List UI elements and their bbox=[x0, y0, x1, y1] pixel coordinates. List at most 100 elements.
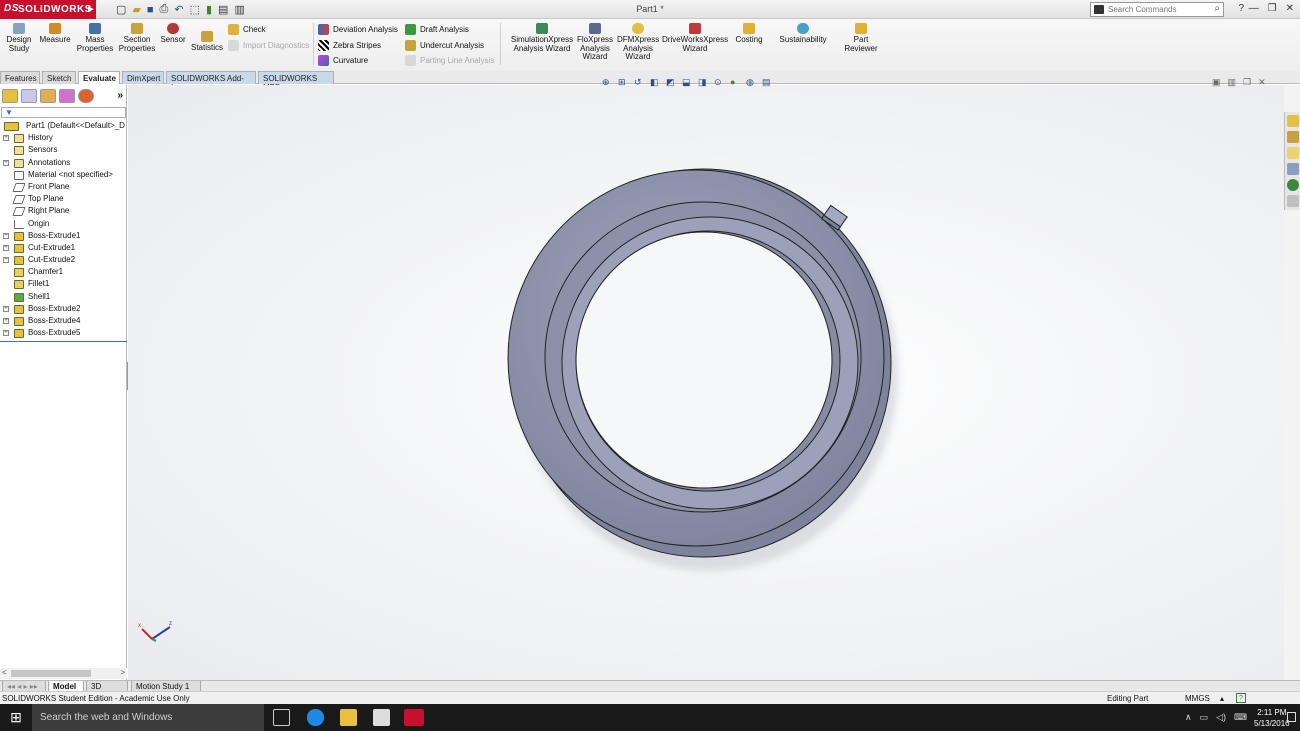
hide-show-items-icon[interactable]: ⊙ bbox=[714, 77, 725, 88]
search-icon[interactable]: ⌕ bbox=[1214, 3, 1220, 14]
expand-icon[interactable]: + bbox=[3, 305, 9, 312]
expand-icon[interactable]: + bbox=[3, 257, 9, 264]
tree-item-fillet1[interactable]: Fillet1 bbox=[0, 279, 127, 291]
expand-panel-icon[interactable]: » bbox=[117, 90, 123, 101]
expand-icon[interactable]: + bbox=[3, 244, 9, 251]
sensor-button[interactable]: Sensor bbox=[159, 23, 187, 45]
search-commands-input[interactable]: Search Commands ⌕ bbox=[1090, 2, 1224, 17]
design-library-icon[interactable] bbox=[1287, 131, 1299, 143]
dfmxpress-button[interactable]: DFMXpress Analysis Wizard bbox=[617, 23, 659, 62]
section-view-icon[interactable]: ◧ bbox=[650, 77, 661, 88]
draft-analysis-button[interactable]: Draft Analysis bbox=[405, 24, 469, 35]
task-view-icon[interactable] bbox=[273, 709, 290, 726]
tree-item-front-plane[interactable]: Front Plane bbox=[0, 182, 127, 194]
search-scope-icon[interactable] bbox=[1094, 5, 1104, 14]
store-icon[interactable] bbox=[373, 709, 390, 726]
scroll-left-icon[interactable]: < bbox=[2, 668, 7, 677]
section-properties-button[interactable]: Section Properties bbox=[118, 23, 156, 53]
units-selector[interactable]: MMGS bbox=[1185, 694, 1210, 703]
tree-item-origin[interactable]: Origin bbox=[0, 219, 127, 231]
keyboard-icon[interactable]: ⌨ bbox=[1234, 712, 1247, 723]
mass-properties-button[interactable]: Mass Properties bbox=[76, 23, 114, 53]
windows-start-icon[interactable]: ⊞ bbox=[0, 704, 32, 731]
parting-line-analysis-button[interactable]: Parting Line Analysis bbox=[405, 55, 494, 66]
appearances-scenes-icon[interactable] bbox=[1287, 179, 1299, 191]
view-palette-icon[interactable] bbox=[1287, 163, 1299, 175]
tree-item-chamfer1[interactable]: Chamfer1 bbox=[0, 267, 127, 279]
solidworks-resources-icon[interactable] bbox=[1287, 115, 1299, 127]
tree-item-history[interactable]: + History bbox=[0, 133, 127, 145]
file-explorer-icon[interactable] bbox=[1287, 147, 1299, 159]
statistics-button[interactable]: Statistics bbox=[188, 31, 226, 53]
tree-item-cut-extrude2[interactable]: + Cut-Extrude2 bbox=[0, 255, 127, 267]
tray-chevron-icon[interactable]: ∧ bbox=[1185, 712, 1192, 723]
units-dropdown-icon[interactable]: ▴ bbox=[1220, 694, 1224, 703]
tab-solidworks-add-ins[interactable]: SOLIDWORKS Add-Ins bbox=[166, 71, 256, 92]
expand-icon[interactable]: + bbox=[3, 232, 9, 239]
dimxpertmanager-tab-icon[interactable] bbox=[59, 89, 75, 103]
tree-item-boss-extrude1[interactable]: + Boss-Extrude1 bbox=[0, 231, 127, 243]
expand-icon[interactable]: + bbox=[3, 330, 9, 337]
tree-item-top-plane[interactable]: Top Plane bbox=[0, 194, 127, 206]
scroll-right-icon[interactable]: > bbox=[120, 668, 125, 677]
tree-item-boss-extrude5[interactable]: + Boss-Extrude5 bbox=[0, 328, 127, 340]
tree-item-annotations[interactable]: + Annotations bbox=[0, 158, 127, 170]
tree-item-cut-extrude1[interactable]: + Cut-Extrude1 bbox=[0, 243, 127, 255]
solidworks-taskbar-icon[interactable] bbox=[404, 709, 424, 726]
viewport-layout-icon[interactable]: ▥ bbox=[1228, 77, 1237, 88]
zoom-to-area-icon[interactable]: ⊞ bbox=[618, 77, 629, 88]
graphics-area[interactable]: ⊕ ⊞ ↺ ◧ ◩ ⬓ ◨ ⊙ ● ◍ ▤ ▣ ▥ ❐ ✕ x z bbox=[128, 77, 1284, 680]
part-reviewer-button[interactable]: Part Reviewer bbox=[842, 23, 880, 53]
curvature-button[interactable]: Curvature bbox=[318, 55, 368, 66]
expand-icon[interactable]: + bbox=[3, 135, 9, 142]
restore-icon[interactable]: ❐ bbox=[1268, 3, 1277, 14]
configurationmanager-tab-icon[interactable] bbox=[40, 89, 56, 103]
close-icon[interactable]: ✕ bbox=[1286, 3, 1294, 14]
rollback-bar[interactable] bbox=[0, 341, 127, 343]
tree-item-sensors[interactable]: Sensors bbox=[0, 145, 127, 157]
tab-solidworks-mbd[interactable]: SOLIDWORKS MBD bbox=[258, 71, 334, 92]
measure-button[interactable]: Measure bbox=[38, 23, 72, 45]
expand-icon[interactable]: + bbox=[3, 318, 9, 324]
view-orientation-icon[interactable]: ⬓ bbox=[682, 77, 693, 88]
check-button[interactable]: Check bbox=[228, 24, 266, 35]
zebra-stripes-button[interactable]: Zebra Stripes bbox=[318, 40, 381, 51]
viewport-split-icon[interactable]: ▣ bbox=[1212, 77, 1221, 88]
action-center-icon[interactable] bbox=[1287, 712, 1296, 722]
view-settings-icon[interactable]: ▤ bbox=[762, 77, 773, 88]
edge-browser-icon[interactable] bbox=[307, 709, 324, 726]
previous-view-icon[interactable]: ↺ bbox=[634, 77, 645, 88]
tree-item-material[interactable]: Material <not specified> bbox=[0, 170, 127, 182]
simulationxpress-button[interactable]: SimulationXpress Analysis Wizard bbox=[510, 23, 574, 53]
tree-item-shell1[interactable]: Shell1 bbox=[0, 292, 127, 304]
edit-appearance-icon[interactable]: ● bbox=[730, 77, 741, 88]
tab-sketch[interactable]: Sketch bbox=[42, 71, 76, 84]
propertymanager-tab-icon[interactable] bbox=[21, 89, 37, 103]
design-study-button[interactable]: Design Study bbox=[3, 23, 35, 53]
taskbar-clock[interactable]: 2:11 PM 5/13/2016 bbox=[1254, 707, 1290, 729]
taskbar-search-input[interactable]: Search the web and Windows bbox=[32, 704, 264, 731]
zoom-to-fit-icon[interactable]: ⊕ bbox=[602, 77, 613, 88]
apply-scene-icon[interactable]: ◍ bbox=[746, 77, 757, 88]
tab-features[interactable]: Features bbox=[0, 71, 40, 84]
custom-properties-icon[interactable] bbox=[1287, 195, 1299, 207]
quick-tips-icon[interactable]: ? bbox=[1236, 693, 1246, 703]
panel-horizontal-scrollbar[interactable]: < > bbox=[0, 668, 127, 679]
tree-filter-input[interactable]: ▼ bbox=[1, 107, 126, 118]
expand-icon[interactable]: + bbox=[3, 159, 9, 166]
file-explorer-taskbar-icon[interactable] bbox=[340, 709, 357, 726]
import-diagnostics-button[interactable]: Import Diagnostics bbox=[228, 40, 309, 51]
display-style-icon[interactable]: ◨ bbox=[698, 77, 709, 88]
help-icon[interactable]: ? bbox=[1238, 3, 1244, 14]
sustainability-button[interactable]: Sustainability bbox=[776, 23, 830, 45]
tree-item-boss-extrude2[interactable]: + Boss-Extrude2 bbox=[0, 304, 127, 316]
volume-icon[interactable]: ◁) bbox=[1216, 712, 1226, 723]
scroll-thumb[interactable] bbox=[11, 670, 91, 677]
deviation-analysis-button[interactable]: Deviation Analysis bbox=[318, 24, 398, 35]
dynamic-annotation-icon[interactable]: ◩ bbox=[666, 77, 677, 88]
featuremanager-tab-icon[interactable] bbox=[2, 89, 18, 103]
driveworksxpress-button[interactable]: DriveWorksXpress Wizard bbox=[662, 23, 728, 53]
tree-item-right-plane[interactable]: Right Plane bbox=[0, 206, 127, 218]
tree-root-part[interactable]: Part1 (Default<<Default>_D bbox=[0, 121, 127, 133]
viewport-close-icon[interactable]: ✕ bbox=[1258, 77, 1266, 88]
